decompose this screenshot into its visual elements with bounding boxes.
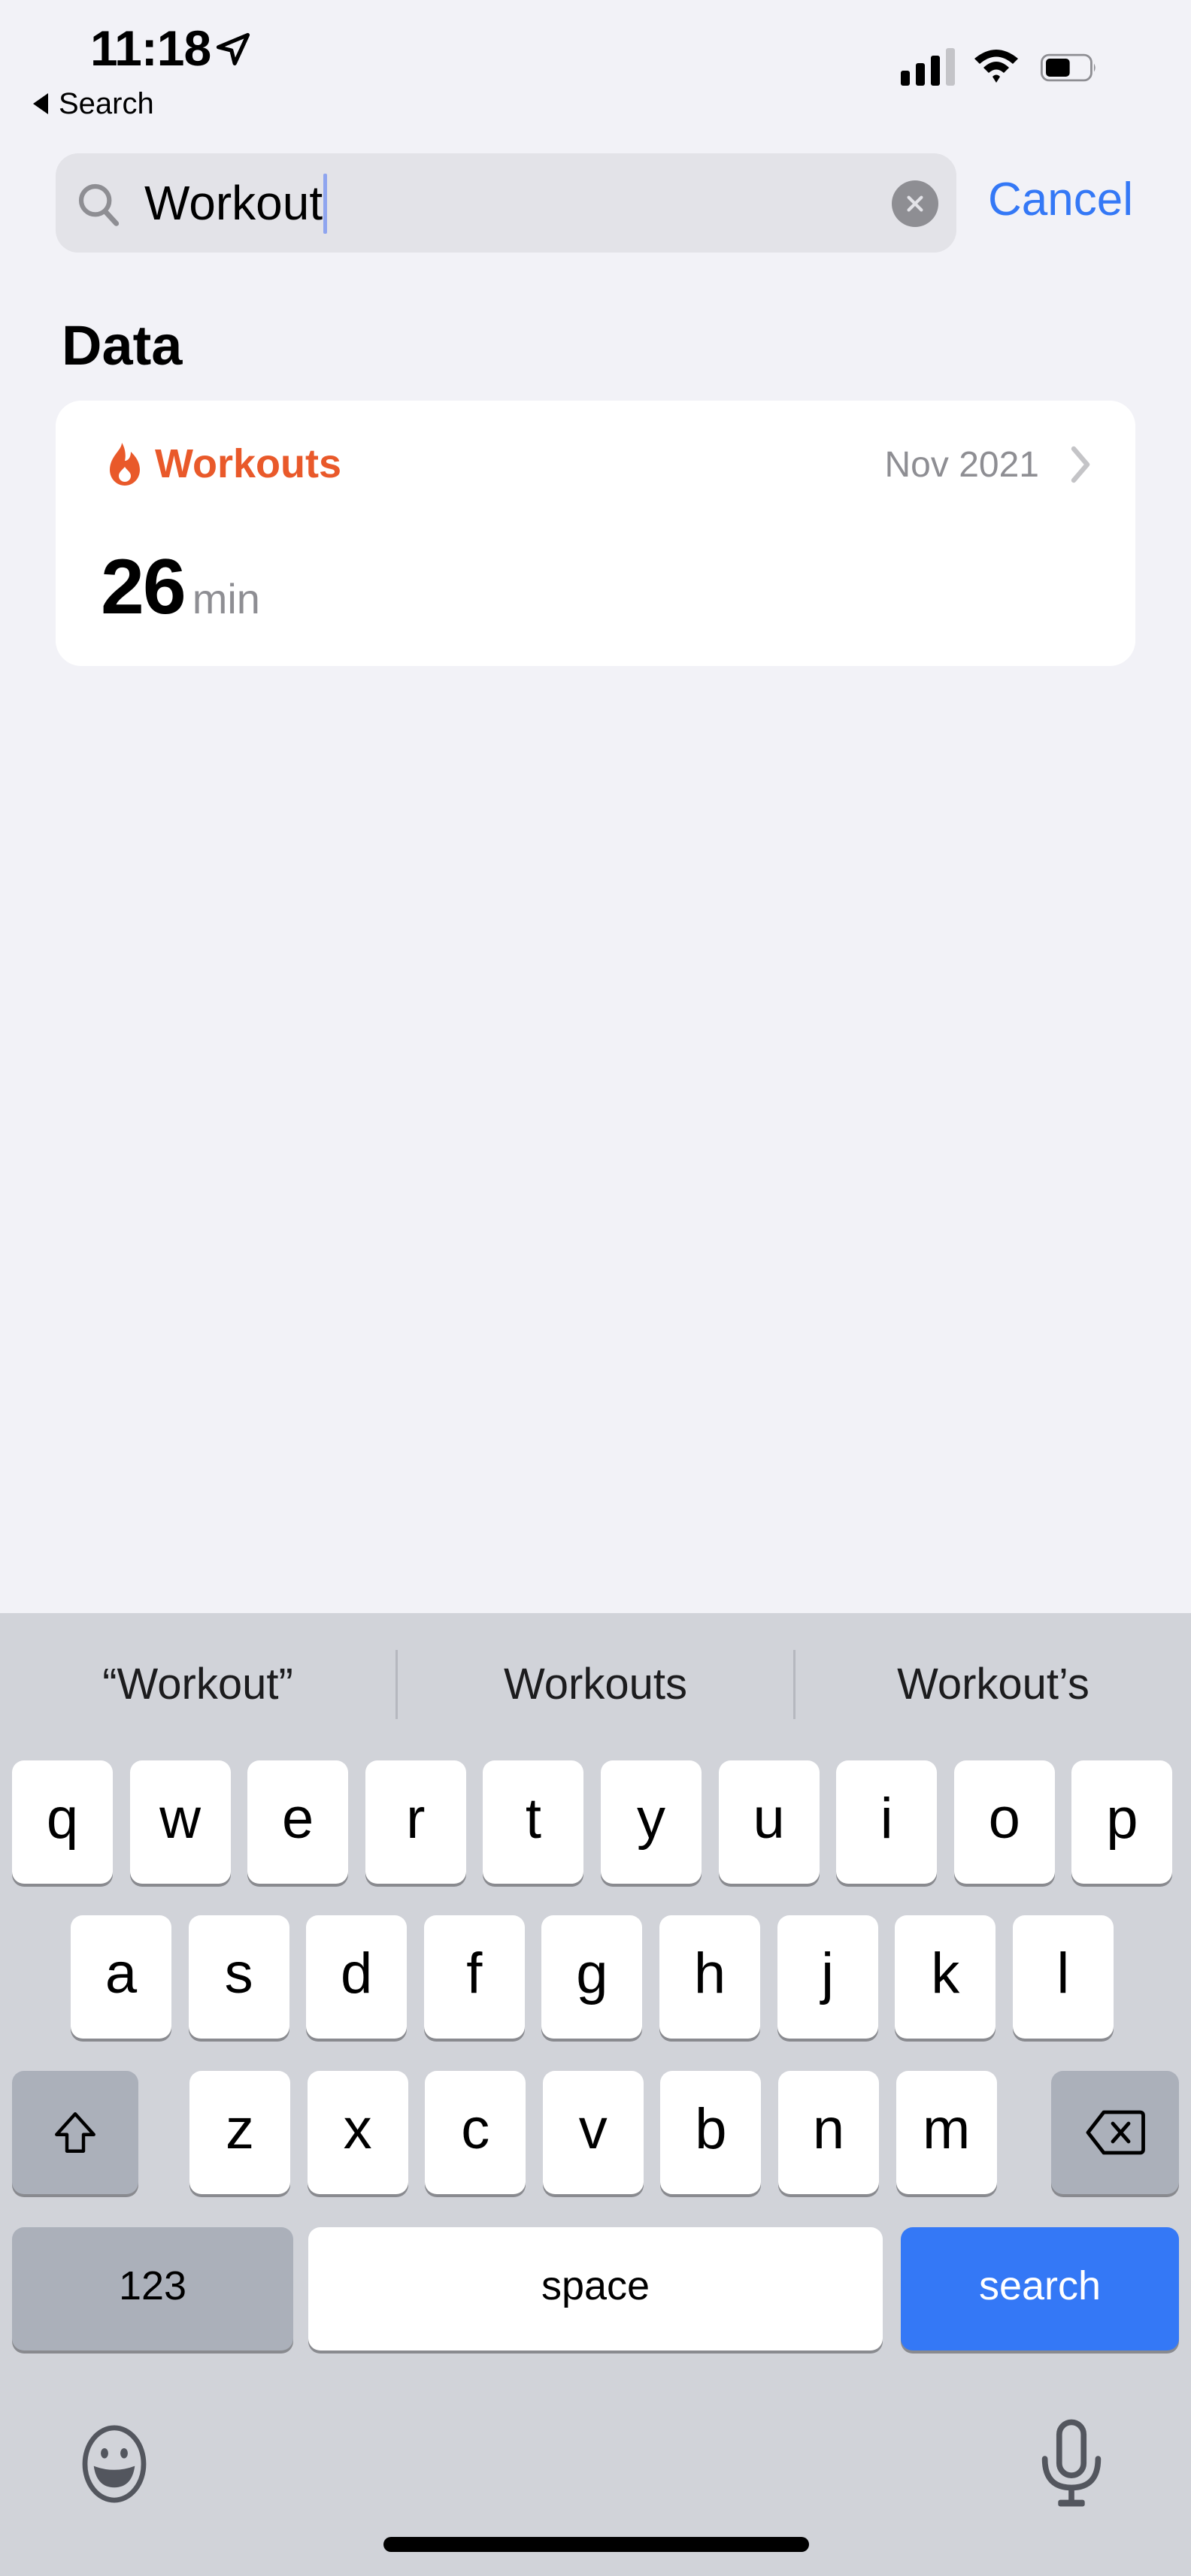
key-label: m — [922, 2097, 971, 2161]
location-arrow-icon — [216, 32, 250, 66]
card-date: Nov 2021 — [884, 445, 1039, 485]
key-y[interactable]: y — [601, 1760, 702, 1884]
key-c[interactable]: c — [425, 2071, 526, 2194]
key-label: v — [578, 2097, 608, 2161]
search-input[interactable]: Workout — [144, 171, 328, 237]
cellular-signal-icon — [901, 48, 955, 86]
key-label: u — [753, 1787, 785, 1851]
key-d[interactable]: d — [306, 1915, 408, 2039]
backspace-icon — [1086, 2110, 1145, 2155]
key-label: z — [226, 2097, 254, 2161]
clear-x-icon — [907, 195, 923, 212]
battery-icon — [1041, 53, 1096, 82]
key-r[interactable]: r — [365, 1760, 466, 1884]
key-a[interactable]: a — [71, 1915, 171, 2039]
key-label: c — [461, 2097, 490, 2161]
shift-key[interactable] — [12, 2071, 138, 2194]
back-to-search-link[interactable]: Search — [33, 84, 154, 123]
back-link-label: Search — [59, 86, 154, 120]
space-key-label: space — [541, 2263, 650, 2308]
key-q[interactable]: q — [12, 1760, 113, 1884]
key-t[interactable]: t — [483, 1760, 584, 1884]
card-title: Workouts — [155, 441, 342, 486]
key-label: q — [46, 1787, 79, 1851]
suggestion-item[interactable]: Workouts — [398, 1654, 793, 1715]
status-time: 11:18 — [90, 20, 211, 76]
text-caret — [323, 174, 328, 235]
wifi-icon — [974, 50, 1018, 83]
key-j[interactable]: j — [777, 1915, 878, 2039]
chevron-right-icon — [1071, 446, 1090, 483]
key-label: w — [159, 1787, 202, 1851]
flame-icon — [110, 443, 140, 486]
key-i[interactable]: i — [836, 1760, 938, 1884]
emoji-face-icon[interactable] — [75, 2425, 153, 2503]
key-label: l — [1056, 1942, 1070, 2005]
key-s[interactable]: s — [188, 1915, 289, 2039]
section-heading: Data — [62, 314, 183, 377]
key-p[interactable]: p — [1071, 1760, 1173, 1884]
key-label: x — [343, 2097, 372, 2161]
clear-search-button[interactable] — [892, 180, 938, 227]
numbers-key[interactable]: 123 — [12, 2227, 293, 2350]
key-label: b — [695, 2097, 727, 2161]
key-label: n — [812, 2097, 845, 2161]
home-indicator[interactable] — [383, 2537, 809, 2552]
back-triangle-icon — [33, 93, 48, 114]
numbers-key-label: 123 — [118, 2263, 187, 2308]
suggestion-item[interactable]: “Workout” — [0, 1654, 395, 1715]
card-value-unit: min — [192, 575, 260, 622]
keyboard: “Workout” Workouts Workout’s q w e r t y u i o p a… — [0, 1613, 1191, 2576]
card-value-number: 26 — [101, 543, 186, 631]
key-label: o — [988, 1787, 1020, 1851]
key-label: s — [224, 1942, 253, 2005]
key-label: t — [525, 1787, 541, 1851]
suggestion-item[interactable]: Workout’s — [796, 1654, 1191, 1715]
suggestion-bar: “Workout” Workouts Workout’s — [0, 1613, 1191, 1756]
space-key[interactable]: space — [308, 2227, 883, 2350]
search-input-value: Workout — [144, 176, 323, 230]
key-label: r — [406, 1787, 426, 1851]
delete-key[interactable] — [1051, 2071, 1179, 2194]
key-label: e — [282, 1787, 314, 1851]
key-o[interactable]: o — [953, 1760, 1055, 1884]
microphone-icon[interactable] — [1038, 2419, 1105, 2508]
search-key-label: search — [978, 2263, 1102, 2308]
key-label: h — [693, 1942, 726, 2005]
cancel-button[interactable]: Cancel — [988, 168, 1133, 232]
key-label: g — [576, 1942, 608, 2005]
key-n[interactable]: n — [778, 2071, 879, 2194]
search-field[interactable]: Workout — [56, 153, 956, 253]
key-w[interactable]: w — [129, 1760, 231, 1884]
search-return-key[interactable]: search — [901, 2227, 1179, 2350]
key-x[interactable]: x — [307, 2071, 408, 2194]
key-label: y — [637, 1787, 665, 1851]
key-label: a — [105, 1942, 138, 2005]
shift-arrow-icon — [55, 2112, 95, 2153]
key-h[interactable]: h — [659, 1915, 760, 2039]
key-label: p — [1106, 1787, 1138, 1851]
key-l[interactable]: l — [1012, 1915, 1114, 2039]
key-label: f — [466, 1942, 483, 2005]
key-b[interactable]: b — [660, 2071, 762, 2194]
key-label: k — [931, 1942, 960, 2005]
key-k[interactable]: k — [895, 1915, 996, 2039]
card-value: 26 min — [101, 542, 260, 632]
key-e[interactable]: e — [247, 1760, 349, 1884]
key-u[interactable]: u — [718, 1760, 820, 1884]
key-v[interactable]: v — [542, 2071, 644, 2194]
key-label: d — [341, 1942, 373, 2005]
magnifying-glass-icon — [78, 183, 120, 226]
key-f[interactable]: f — [423, 1915, 525, 2039]
key-label: j — [821, 1942, 835, 2005]
key-label: i — [880, 1787, 893, 1851]
workouts-result-card[interactable]: Workouts Nov 2021 26 min — [56, 401, 1135, 666]
key-m[interactable]: m — [896, 2071, 997, 2194]
key-z[interactable]: z — [189, 2071, 290, 2194]
key-g[interactable]: g — [541, 1915, 643, 2039]
